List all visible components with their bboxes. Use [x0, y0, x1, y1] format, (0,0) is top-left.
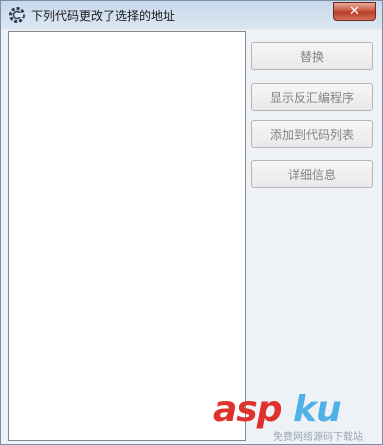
show-disassembler-button[interactable]: 显示反汇编程序 [251, 83, 373, 111]
window-title: 下列代码更改了选择的地址 [31, 9, 176, 23]
replace-button[interactable]: 替换 [251, 42, 373, 70]
close-button[interactable]: ✕ [333, 2, 376, 21]
dialog-window: 下列代码更改了选择的地址 ✕ 替换 显示反汇编程序 添加到代码列表 详细信息 a… [0, 0, 383, 445]
close-icon: ✕ [349, 4, 360, 19]
code-list[interactable] [8, 31, 246, 441]
watermark-tagline: 免费网络源码下载站 [273, 432, 363, 443]
cheat-engine-gear-icon [9, 7, 25, 23]
details-button[interactable]: 详细信息 [251, 160, 373, 188]
watermark-brand-red: asp [213, 389, 282, 430]
watermark-brand-blue: ku [293, 389, 342, 430]
watermark-logo: asp ku 免费网络源码下载站 [213, 389, 383, 443]
title-bar[interactable]: 下列代码更改了选择的地址 ✕ [1, 1, 382, 29]
add-to-codelist-button[interactable]: 添加到代码列表 [251, 120, 373, 148]
